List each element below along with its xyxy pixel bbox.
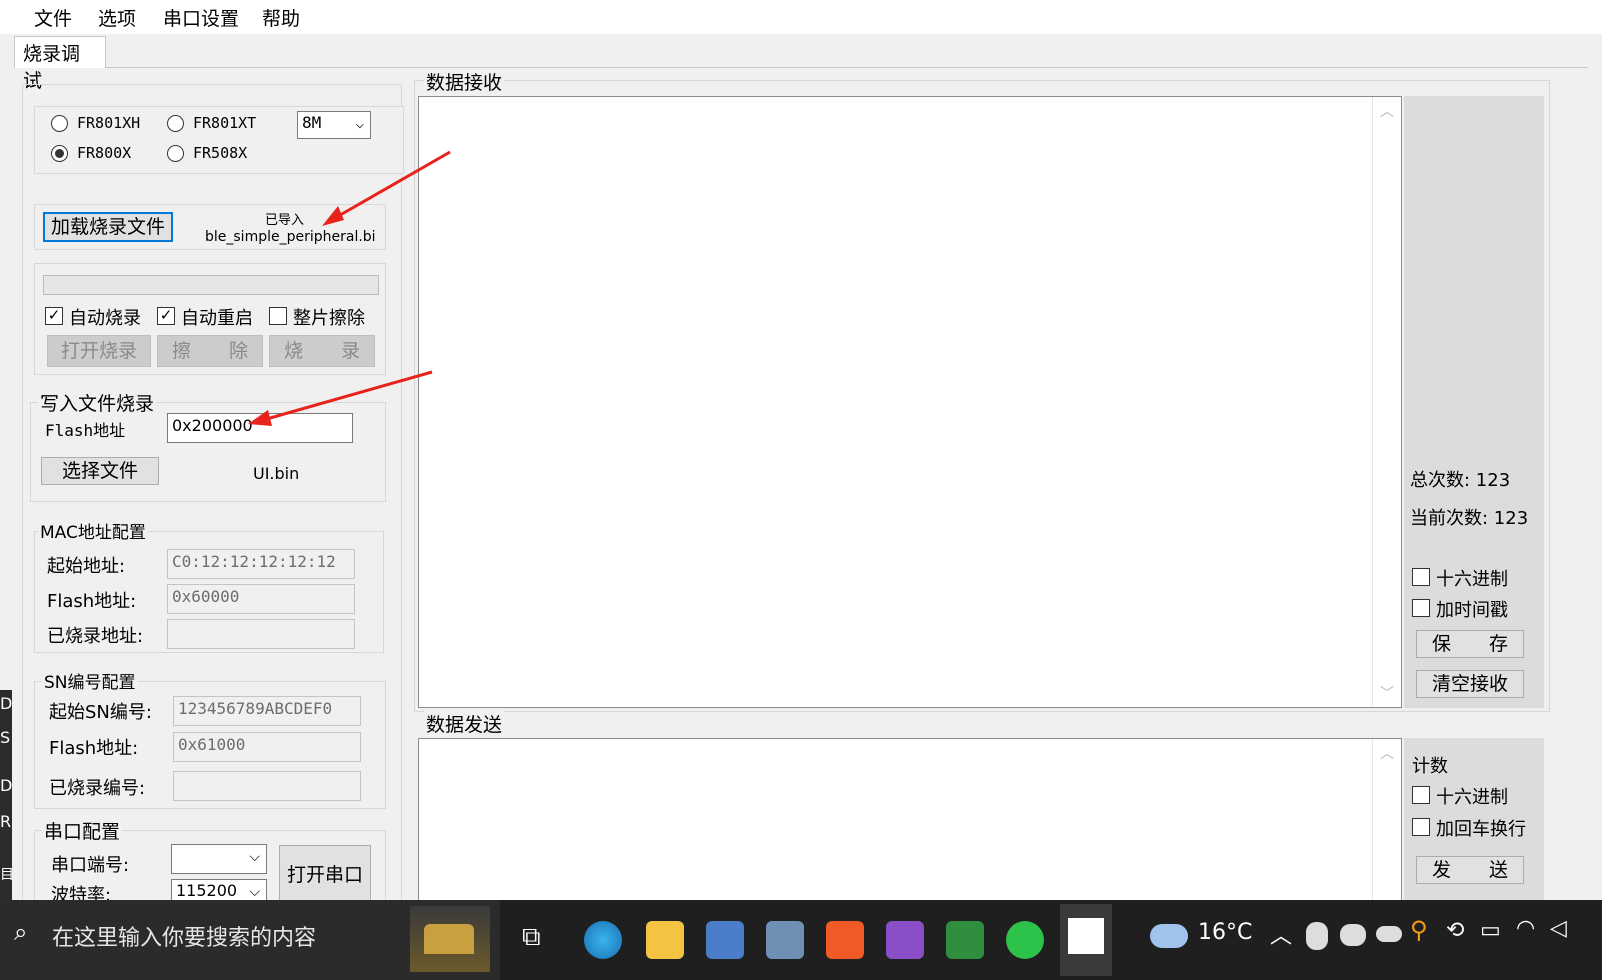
search-highlight-image xyxy=(410,906,490,972)
search-tool-icon[interactable]: ⚲ xyxy=(1410,916,1428,944)
pagoda-icon xyxy=(424,924,474,954)
annotation-arrow xyxy=(327,150,451,224)
onedrive-icon[interactable] xyxy=(1376,926,1402,942)
screenshot-icon[interactable]: ⟲ xyxy=(1446,918,1464,943)
annotation-arrows xyxy=(248,150,451,426)
active-app-icon xyxy=(1068,918,1104,954)
taskbar-search-box[interactable]: ⌕ 在这里输入你要搜索的内容 xyxy=(0,900,500,980)
wifi-icon[interactable]: ◠ xyxy=(1516,916,1535,941)
search-icon: ⌕ xyxy=(14,918,28,946)
chevron-up-icon[interactable]: ︿ xyxy=(1270,918,1292,950)
wechat-icon[interactable] xyxy=(1006,921,1044,959)
qq-icon[interactable] xyxy=(1306,922,1328,950)
weather-temperature[interactable]: 16°C xyxy=(1198,920,1252,945)
taskbar-search-placeholder: 在这里输入你要搜索的内容 xyxy=(52,926,317,951)
active-app-slot[interactable] xyxy=(1060,904,1112,976)
file-explorer-icon[interactable] xyxy=(646,921,684,959)
wechat-tray-icon[interactable] xyxy=(1340,924,1366,946)
volume-icon[interactable]: ◁ xyxy=(1550,916,1567,941)
visual-studio-icon[interactable] xyxy=(886,921,924,959)
taskbar: ⌕ 在这里输入你要搜索的内容 ⧉ 16°C ︿ ⚲ ⟲ ▭ ◠ ◁ xyxy=(0,900,1602,980)
edge-icon[interactable] xyxy=(584,921,622,959)
vim-icon[interactable] xyxy=(946,921,984,959)
arrow-head xyxy=(322,206,344,226)
calculator-icon[interactable] xyxy=(766,921,804,959)
battery-icon[interactable]: ▭ xyxy=(1480,918,1501,943)
cloud-icon xyxy=(1150,924,1188,948)
arrow-head xyxy=(248,410,272,426)
player-icon[interactable] xyxy=(826,921,864,959)
city-app-icon[interactable] xyxy=(706,921,744,959)
annotation-arrow xyxy=(255,370,433,424)
task-view-icon[interactable]: ⧉ xyxy=(522,922,541,953)
